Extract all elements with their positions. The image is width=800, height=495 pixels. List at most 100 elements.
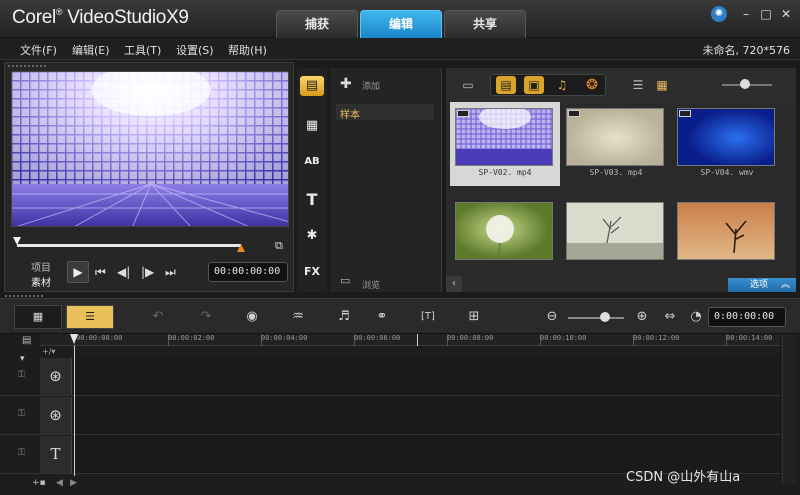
media-thumbnail[interactable]: SP-V03. mp4 (561, 102, 671, 186)
trim-start-marker[interactable] (13, 237, 21, 245)
show-photos-icon[interactable]: ▣ (524, 76, 544, 94)
collapse-library-icon[interactable]: ‹ (446, 276, 462, 292)
media-thumbnail[interactable] (561, 196, 671, 280)
close-icon[interactable]: ✕ (778, 6, 794, 22)
clip-mode-label[interactable]: 素材 (31, 274, 51, 289)
title-T-icon[interactable]: T (40, 436, 72, 473)
panel-grip[interactable] (7, 64, 47, 68)
browse-icon[interactable]: ▭ (340, 274, 350, 287)
overlay-track-area[interactable] (73, 397, 780, 434)
video-badge-icon (679, 110, 691, 117)
go-to-start-icon[interactable]: ⏮ (95, 265, 106, 280)
scrub-track (17, 244, 241, 247)
motion-tracking-icon[interactable]: ⚭ (372, 307, 392, 327)
minimize-icon[interactable]: – (738, 6, 754, 22)
player-timecode[interactable]: 00:00:00:00 (208, 262, 288, 282)
playhead-line[interactable] (417, 334, 418, 346)
ruler-label: 00:00:06:00 (354, 334, 401, 342)
menu-help[interactable]: 帮助(H) (228, 42, 267, 58)
maximize-icon[interactable]: □ (758, 6, 774, 22)
menu-file[interactable]: 文件(F) (20, 42, 57, 58)
track-controls-icon[interactable]: ⚿ (18, 448, 25, 458)
instant-project-icon[interactable]: ▦ (300, 116, 324, 136)
add-track-icon[interactable]: +▪ (32, 478, 46, 488)
options-button[interactable]: 选项 ︽ (728, 278, 796, 292)
overlay-track: ⚿ ⊛ (0, 397, 780, 435)
scroll-left-icon[interactable]: ◀ (56, 478, 63, 488)
multi-camera-icon[interactable]: ⊞ (464, 307, 484, 327)
project-mode-label[interactable]: 项目 (31, 259, 51, 274)
transition-icon[interactable]: AB (300, 152, 324, 172)
film-reel-icon[interactable]: ⊛ (40, 397, 72, 434)
subtitle-editor-icon[interactable]: [T] (418, 307, 438, 327)
zoom-in-icon[interactable]: ⊕ (632, 307, 652, 327)
globe-icon[interactable]: ✺ (711, 6, 727, 22)
media-thumbnail[interactable] (450, 196, 560, 280)
add-icon[interactable]: ✚ (340, 76, 352, 92)
copy-icon[interactable]: ⧉ (275, 239, 283, 253)
thumbnail-image (677, 202, 775, 260)
zoom-slider[interactable] (568, 317, 624, 319)
tab-share[interactable]: 共享 (444, 10, 526, 38)
video-track-area[interactable] (73, 358, 780, 395)
auto-music-icon[interactable]: ♬ (334, 307, 354, 327)
tab-edit[interactable]: 编辑 (360, 10, 442, 38)
playhead-marker[interactable] (70, 334, 78, 346)
graphic-icon[interactable]: ✱ (300, 226, 324, 246)
duration-icon[interactable]: ◔ (686, 307, 706, 327)
fit-project-icon[interactable]: ⇔ (660, 307, 680, 327)
media-thumbnail[interactable]: SP-V02. mp4 (450, 102, 560, 186)
browse-label[interactable]: 浏览 (362, 278, 380, 291)
tab-capture[interactable]: 捕获 (276, 10, 358, 38)
media-thumbnail[interactable]: SP-V04. wmv (672, 102, 782, 186)
grid-view-icon[interactable]: ▦ (652, 76, 672, 94)
thumbnail-image (677, 108, 775, 166)
filter-fx-icon[interactable]: FX (300, 262, 324, 282)
media-library-icon[interactable]: ▤ (300, 76, 324, 96)
previous-frame-icon[interactable]: ◀| (117, 265, 130, 279)
menu-edit[interactable]: 编辑(E) (72, 42, 110, 58)
logo-brand: Corel (12, 7, 56, 28)
menu-settings[interactable]: 设置(S) (176, 42, 214, 58)
zoom-handle[interactable] (600, 312, 610, 322)
undo-icon[interactable]: ↶ (148, 307, 168, 327)
timeline-scrollbar[interactable] (782, 334, 796, 484)
add-folder-label[interactable]: 添加 (362, 79, 380, 92)
ruler-label: 00:00:10:00 (540, 334, 587, 342)
ripple-toggle-icon[interactable]: +/▾ (42, 347, 55, 356)
options-label: 选项 (750, 280, 769, 290)
storyboard-view-button[interactable]: ▦ (14, 305, 62, 329)
next-frame-icon[interactable]: |▶ (141, 265, 154, 279)
record-capture-icon[interactable]: ◉ (242, 307, 262, 327)
media-thumbnail[interactable] (672, 196, 782, 280)
project-duration[interactable]: 0:00:00:00 (708, 307, 786, 327)
thumbnail-image (566, 202, 664, 260)
show-audio-icon[interactable]: ♫ (552, 76, 572, 94)
library-tools: ▤ ▦ AB T ✱ FX (297, 68, 327, 292)
show-videos-icon[interactable]: ▤ (496, 76, 516, 94)
track-controls-icon[interactable]: ⚿ (18, 370, 25, 380)
zoom-out-icon[interactable]: ⊖ (542, 307, 562, 327)
timeline-view-button[interactable]: ☰ (66, 305, 114, 329)
go-to-end-icon[interactable]: ⏭ (165, 265, 176, 280)
trim-end-marker[interactable] (237, 244, 245, 252)
playhead-cursor (74, 346, 75, 476)
play-button[interactable]: ▶ (67, 261, 89, 283)
folder-icon[interactable]: ▭ (458, 76, 478, 94)
scroll-right-icon[interactable]: ▶ (70, 478, 77, 488)
list-view-icon[interactable]: ☰ (628, 76, 648, 94)
thumbnail-label: SP-V03. mp4 (589, 168, 643, 177)
redo-icon[interactable]: ↷ (196, 307, 216, 327)
menu-tools[interactable]: 工具(T) (124, 42, 161, 58)
sound-mixer-icon[interactable]: ♒ (288, 307, 308, 327)
film-reel-icon[interactable]: ⊛ (40, 358, 72, 395)
scrub-bar[interactable] (13, 237, 245, 252)
thumbnail-image (455, 108, 553, 166)
thumb-size-handle[interactable] (740, 79, 750, 89)
track-manager-icon[interactable]: ▤ (22, 335, 31, 346)
timeline-ruler[interactable]: 00:00:00:00 00:00:02:00 00:00:04:00 00:0… (40, 334, 780, 346)
track-controls-icon[interactable]: ⚿ (18, 409, 25, 419)
flash-icon[interactable]: ❂ (582, 76, 602, 94)
folder-item[interactable]: 样本 (336, 104, 434, 121)
title-icon[interactable]: T (300, 190, 324, 210)
